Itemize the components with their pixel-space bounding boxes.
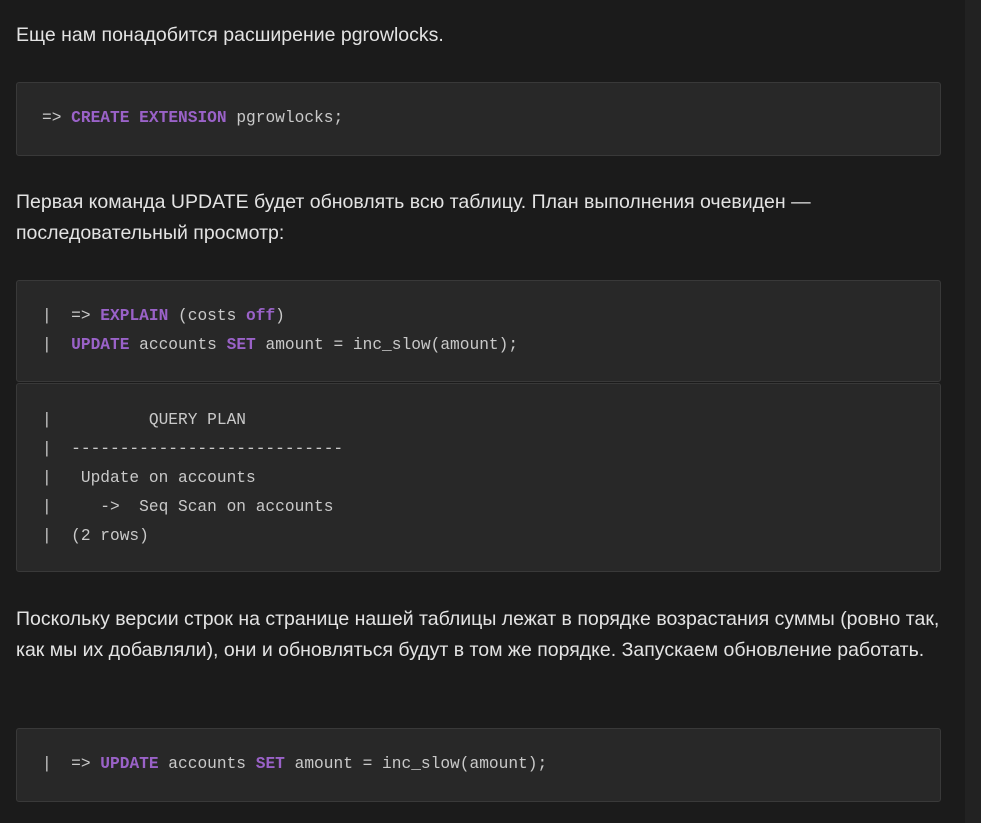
code-block-create-extension: => CREATE EXTENSION pgrowlocks; [16,82,941,156]
keyword-update: UPDATE [100,755,159,773]
query-plan-line: | (2 rows) [42,527,149,545]
code-text: accounts [129,336,227,354]
code-text: pgrowlocks; [226,109,344,127]
code-text: accounts [158,755,256,773]
query-plan-line: | Update on accounts [42,469,256,487]
query-plan-line: | -> Seq Scan on accounts [42,498,334,516]
keyword-explain: EXPLAIN [100,307,169,325]
keyword-off: off [246,307,276,325]
code-text: amount = inc_slow(amount); [255,336,519,354]
keyword-create: CREATE [71,109,130,127]
scrollbar[interactable] [965,0,981,823]
code-line: | => UPDATE accounts SET amount = inc_sl… [42,750,940,779]
paragraph-extension-intro: Еще нам понадобится расширение pgrowlock… [16,24,444,46]
query-plan-line: | ---------------------------- [42,440,344,458]
code-line: => CREATE EXTENSION pgrowlocks; [42,104,940,133]
paragraph-update-plan: Первая команда UPDATE будет обновлять вс… [16,191,811,244]
paragraph-row-order: Поскольку версии строк на странице нашей… [16,608,940,661]
keyword-update: UPDATE [71,336,130,354]
code-text: (costs [168,307,247,325]
code-text: | => [42,755,101,773]
keyword-set: SET [255,755,285,773]
code-block-update: | => UPDATE accounts SET amount = inc_sl… [16,728,941,802]
code-text: ) [275,307,285,325]
code-line: | UPDATE accounts SET amount = inc_slow(… [42,331,940,360]
code-block-explain: | => EXPLAIN (costs off) | UPDATE account… [16,280,941,382]
keyword-set: SET [226,336,256,354]
code-text: amount = inc_slow(amount); [284,755,548,773]
code-text: | => [42,307,101,325]
code-block-query-plan: | QUERY PLAN | --------------------------… [16,383,941,572]
query-plan-line: | QUERY PLAN [42,411,246,429]
keyword-extension: EXTENSION [139,109,227,127]
code-prompt: => [42,109,72,127]
code-line: | => EXPLAIN (costs off) [42,302,940,331]
code-text: | [42,336,72,354]
